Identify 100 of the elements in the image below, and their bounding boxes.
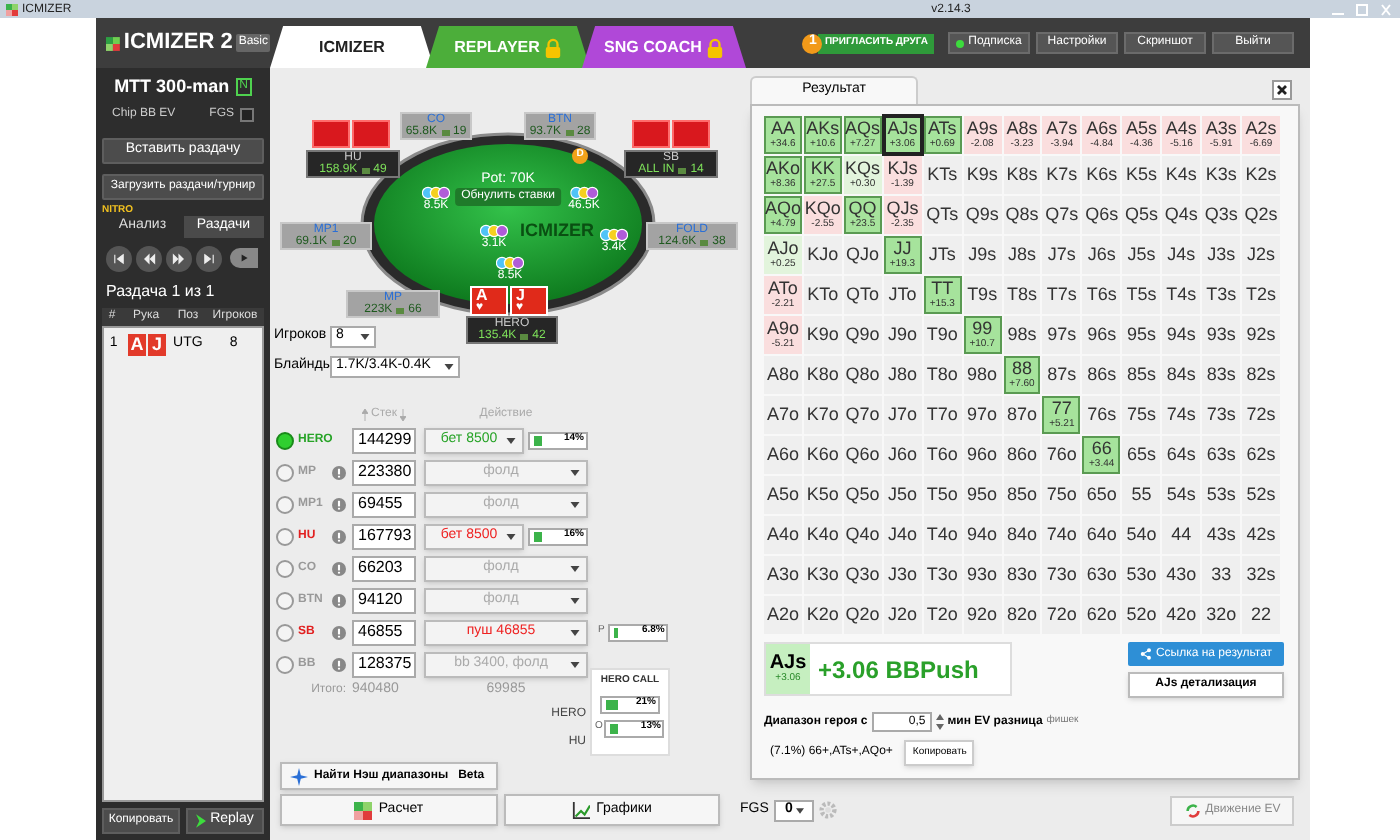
hand-cell[interactable]: K3o: [803, 556, 842, 594]
hand-cell[interactable]: 87s: [1042, 356, 1081, 394]
hand-cell[interactable]: JTs: [923, 236, 962, 274]
stack-input[interactable]: 66203: [352, 555, 416, 581]
hand-cell[interactable]: Q5s: [1122, 196, 1161, 234]
hand-cell[interactable]: 86s: [1082, 356, 1121, 394]
hand-cell[interactable]: 52s: [1242, 476, 1280, 514]
stack-input[interactable]: 69455: [352, 491, 416, 517]
hand-cell[interactable]: 96s: [1082, 316, 1121, 354]
player-radio[interactable]: [276, 559, 294, 577]
hand-cell[interactable]: K8s: [1003, 156, 1041, 194]
stack-input[interactable]: 167793: [352, 523, 416, 549]
hand-cell[interactable]: JTo: [883, 276, 922, 314]
hand-cell[interactable]: 94o: [963, 516, 1002, 554]
hand-cell[interactable]: K5o: [803, 476, 842, 514]
hand-cell[interactable]: 98o: [963, 356, 1002, 394]
hand-cell[interactable]: J8o: [883, 356, 922, 394]
hand-cell[interactable]: T7o: [923, 396, 962, 434]
hand-cell[interactable]: 87o: [1003, 396, 1041, 434]
last-hand-button[interactable]: [196, 245, 222, 271]
hand-cell[interactable]: Q6o: [843, 436, 882, 474]
hand-cell[interactable]: 63s: [1202, 436, 1241, 474]
hand-cell[interactable]: J8s: [1003, 236, 1041, 274]
hand-cell[interactable]: 55: [1122, 476, 1161, 514]
hand-cell[interactable]: 85o: [1003, 476, 1041, 514]
hand-cell[interactable]: 44: [1162, 516, 1201, 554]
hand-cell[interactable]: 73o: [1042, 556, 1081, 594]
first-hand-button[interactable]: [106, 245, 132, 271]
hand-cell[interactable]: 92s: [1242, 316, 1280, 354]
hand-cell[interactable]: 63o: [1082, 556, 1121, 594]
hand-cell[interactable]: K7o: [803, 396, 842, 434]
hand-cell[interactable]: 93s: [1202, 316, 1241, 354]
hand-cell[interactable]: Q8s: [1003, 196, 1041, 234]
hand-cell[interactable]: K4o: [803, 516, 842, 554]
hand-cell[interactable]: 42s: [1242, 516, 1280, 554]
hand-cell[interactable]: Q6s: [1082, 196, 1121, 234]
play-button[interactable]: [230, 248, 258, 268]
hand-cell[interactable]: 75o: [1042, 476, 1081, 514]
hand-cell[interactable]: T5s: [1122, 276, 1161, 314]
hand-cell[interactable]: 32s: [1242, 556, 1280, 594]
hand-cell[interactable]: 92o: [963, 596, 1002, 634]
hand-cell[interactable]: J2s: [1242, 236, 1280, 274]
hand-cell[interactable]: QTs: [923, 196, 962, 234]
hand-cell[interactable]: T5o: [923, 476, 962, 514]
hand-cell[interactable]: Q9o: [843, 316, 882, 354]
hand-cell[interactable]: A6o: [764, 436, 802, 474]
hand-cell[interactable]: Q3o: [843, 556, 882, 594]
player-radio[interactable]: [276, 591, 294, 609]
hand-cell[interactable]: 97s: [1042, 316, 1081, 354]
hand-cell[interactable]: Q3s: [1202, 196, 1241, 234]
hand-cell[interactable]: 72s: [1242, 396, 1280, 434]
stack-input[interactable]: 94120: [352, 587, 416, 613]
hand-cell[interactable]: 84o: [1003, 516, 1041, 554]
hand-cell[interactable]: T8o: [923, 356, 962, 394]
hand-cell[interactable]: 74s: [1162, 396, 1201, 434]
hand-cell[interactable]: 76s: [1082, 396, 1121, 434]
hand-cell[interactable]: K5s: [1122, 156, 1161, 194]
settings-icon[interactable]: [818, 800, 839, 820]
hand-cell[interactable]: J7s: [1042, 236, 1081, 274]
player-radio[interactable]: [276, 463, 294, 481]
hand-cell[interactable]: 94s: [1162, 316, 1201, 354]
hand-cell[interactable]: J9o: [883, 316, 922, 354]
hand-cell[interactable]: J4s: [1162, 236, 1201, 274]
hand-cell[interactable]: T3o: [923, 556, 962, 594]
hand-cell[interactable]: Q4o: [843, 516, 882, 554]
hand-cell[interactable]: Q8o: [843, 356, 882, 394]
hand-cell[interactable]: A5o: [764, 476, 802, 514]
hand-cell[interactable]: 54s: [1162, 476, 1201, 514]
hand-cell[interactable]: T8s: [1003, 276, 1041, 314]
hand-cell[interactable]: K2o: [803, 596, 842, 634]
fgs-checkbox[interactable]: [240, 107, 254, 121]
hand-cell[interactable]: A3o: [764, 556, 802, 594]
maximize-icon[interactable]: [1354, 3, 1370, 15]
hand-cell[interactable]: K9s: [963, 156, 1002, 194]
hand-cell[interactable]: 76o: [1042, 436, 1081, 474]
hand-cell[interactable]: 75s: [1122, 396, 1161, 434]
player-radio[interactable]: [276, 655, 294, 673]
hand-cell[interactable]: J9s: [963, 236, 1002, 274]
hand-cell[interactable]: 95s: [1122, 316, 1161, 354]
stack-input[interactable]: 128375: [352, 651, 416, 677]
player-radio[interactable]: [276, 431, 294, 449]
hand-cell[interactable]: 83s: [1202, 356, 1241, 394]
hand-cell[interactable]: Q2o: [843, 596, 882, 634]
hand-cell[interactable]: KJo: [803, 236, 842, 274]
close-icon[interactable]: [1378, 3, 1394, 15]
hand-cell[interactable]: K4s: [1162, 156, 1201, 194]
hand-cell[interactable]: T2s: [1242, 276, 1280, 314]
hand-cell[interactable]: T7s: [1042, 276, 1081, 314]
hand-cell[interactable]: A4o: [764, 516, 802, 554]
hand-cell[interactable]: 85s: [1122, 356, 1161, 394]
hand-cell[interactable]: 72o: [1042, 596, 1081, 634]
player-radio[interactable]: [276, 623, 294, 641]
hand-cell[interactable]: J6o: [883, 436, 922, 474]
hand-cell[interactable]: A2o: [764, 596, 802, 634]
hand-cell[interactable]: Q2s: [1242, 196, 1280, 234]
hand-cell[interactable]: A8o: [764, 356, 802, 394]
hand-cell[interactable]: J5s: [1122, 236, 1161, 274]
hand-cell[interactable]: 33: [1202, 556, 1241, 594]
app-tab[interactable]: ICMIZER: [270, 26, 434, 68]
hand-cell[interactable]: 86o: [1003, 436, 1041, 474]
